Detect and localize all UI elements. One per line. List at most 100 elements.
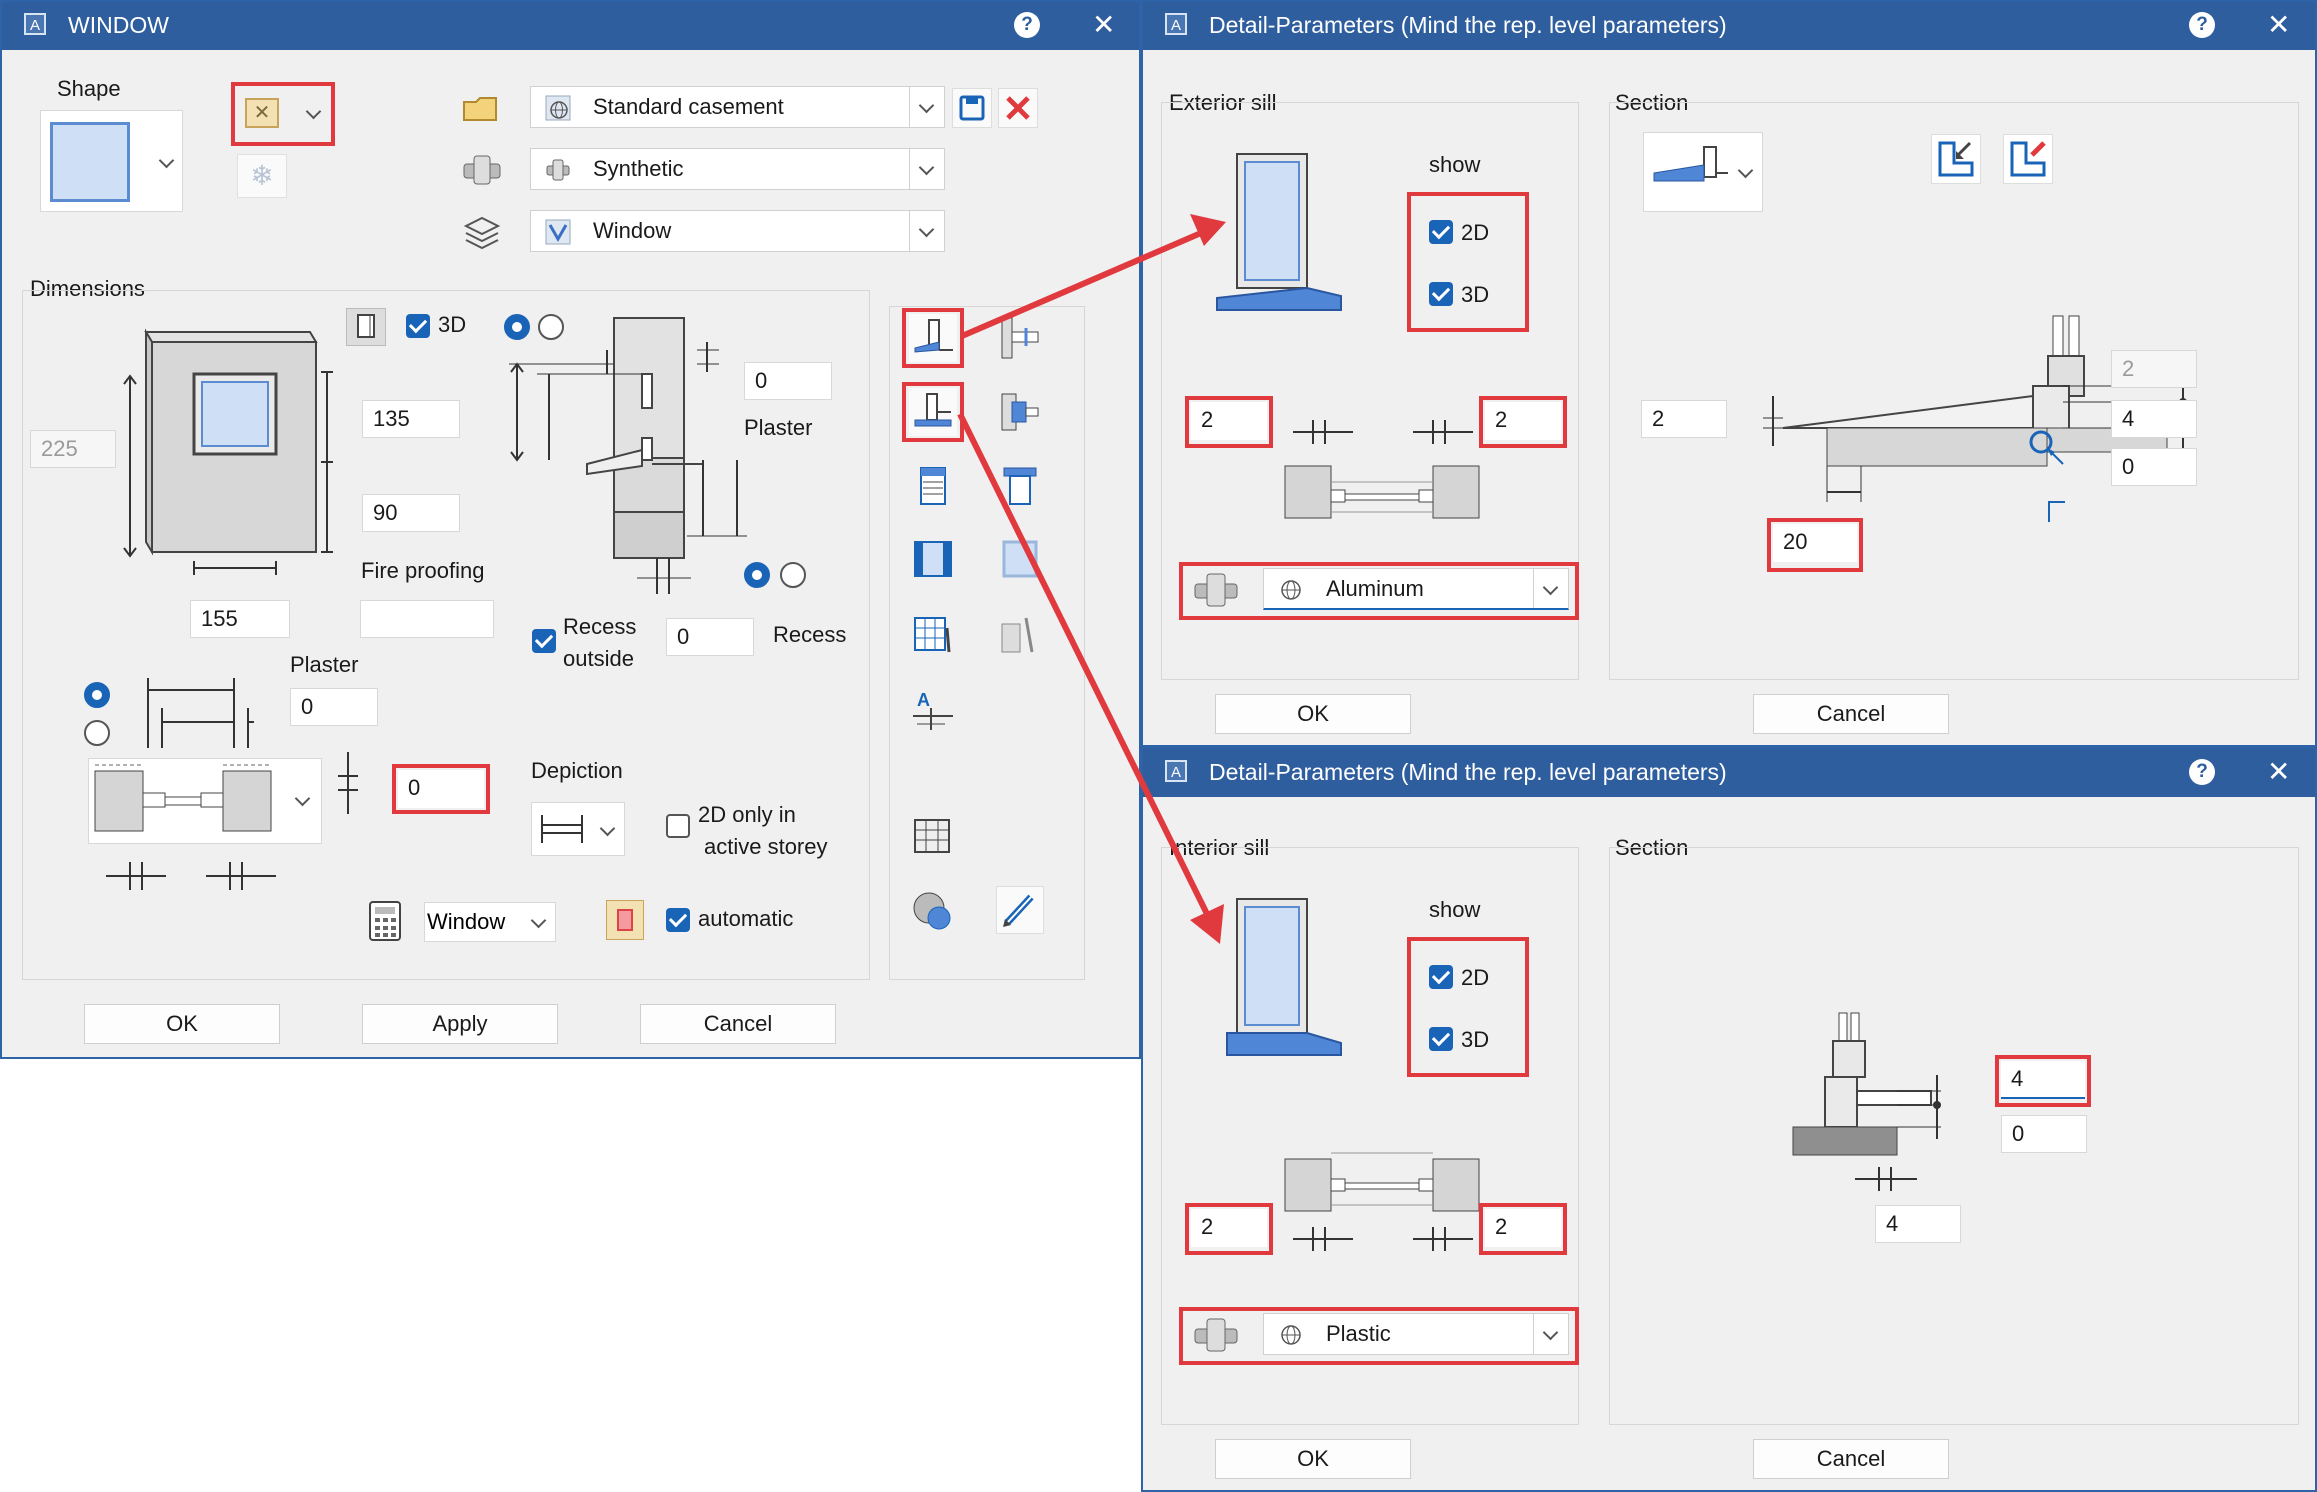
- exterior-check-2d[interactable]: [1429, 220, 1453, 244]
- only-2d-checkbox[interactable]: [666, 814, 690, 838]
- exterior-sec-left-field[interactable]: 2: [1641, 400, 1727, 438]
- check-3d[interactable]: [406, 314, 430, 338]
- exterior-check-3d[interactable]: [1429, 282, 1453, 306]
- pick-from-drawing-icon[interactable]: [1931, 134, 1981, 184]
- exterior-sec-top-field[interactable]: 2: [2111, 350, 2197, 388]
- interior-check-3d-label: 3D: [1461, 1027, 1490, 1052]
- profile-select[interactable]: Standard casement: [530, 86, 945, 128]
- close-icon[interactable]: ✕: [1092, 8, 1115, 41]
- dim-arrow-width: [192, 558, 278, 583]
- snowflake-icon[interactable]: ❄: [237, 154, 287, 198]
- interior-sec-a-field[interactable]: 4: [2001, 1061, 2085, 1099]
- material-select[interactable]: Synthetic: [530, 148, 945, 190]
- exterior-detail-dialog: A Detail-Parameters (Mind the rep. level…: [1141, 0, 2317, 747]
- window-title: WINDOW: [68, 12, 169, 38]
- frame-button[interactable]: [996, 536, 1044, 584]
- close-icon[interactable]: ✕: [2267, 755, 2290, 788]
- height-lower-field[interactable]: 90: [362, 494, 460, 532]
- offset-field[interactable]: 0: [398, 770, 484, 808]
- close-icon[interactable]: ✕: [2267, 8, 2290, 41]
- lintel-detail-button[interactable]: [996, 388, 1044, 436]
- wall-section-illustration: [507, 314, 747, 599]
- pencil-edit-button[interactable]: [996, 886, 1044, 934]
- plaster-top-field[interactable]: 0: [744, 362, 832, 400]
- radio-sill-b[interactable]: [780, 562, 806, 588]
- edit-profile-icon[interactable]: [2003, 134, 2053, 184]
- interior-title-bar: A Detail-Parameters (Mind the rep. level…: [1143, 749, 2315, 797]
- plaster-top-label: Plaster: [744, 415, 813, 440]
- reveal-type-select[interactable]: [88, 758, 322, 844]
- help-icon[interactable]: ?: [2189, 759, 2215, 785]
- cancel-button[interactable]: Cancel: [640, 1004, 836, 1044]
- jamb-detail-button[interactable]: [996, 314, 1044, 362]
- exterior-material-select[interactable]: Aluminum: [1263, 568, 1569, 610]
- help-icon[interactable]: ?: [1014, 12, 1040, 38]
- interior-plan-illustration: [1283, 1149, 1483, 1264]
- color-swatch-icon[interactable]: [606, 900, 644, 940]
- interior-sill-button[interactable]: [909, 388, 957, 436]
- interior-sec-b-field[interactable]: 0: [2001, 1115, 2087, 1153]
- app-icon: A: [24, 13, 46, 35]
- radio-reveal-b[interactable]: [84, 720, 110, 746]
- window-type-select[interactable]: Window: [424, 902, 556, 942]
- exterior-cancel-button[interactable]: Cancel: [1753, 694, 1949, 734]
- exterior-sill-preview-icon: [1213, 150, 1353, 319]
- ok-button[interactable]: OK: [84, 1004, 280, 1044]
- radio-reveal-a[interactable]: [84, 682, 110, 708]
- only-2d-label-1: 2D only in: [698, 802, 796, 827]
- folder-icon[interactable]: [462, 94, 500, 129]
- shutter-button[interactable]: [909, 462, 957, 510]
- apply-button[interactable]: Apply: [362, 1004, 558, 1044]
- exterior-sill-button[interactable]: [909, 314, 957, 362]
- fire-proofing-field[interactable]: [360, 600, 494, 638]
- radio-sill-a[interactable]: [744, 562, 770, 588]
- interior-check-2d[interactable]: [1429, 965, 1453, 989]
- interior-ok-button[interactable]: OK: [1215, 1439, 1411, 1479]
- recess-outside-checkbox[interactable]: [532, 629, 556, 653]
- exterior-left-field[interactable]: 2: [1191, 402, 1267, 440]
- interior-right-field[interactable]: 2: [1485, 1209, 1561, 1247]
- delete-icon[interactable]: [998, 88, 1038, 128]
- depiction-select[interactable]: [531, 802, 625, 856]
- save-icon[interactable]: [952, 88, 992, 128]
- recess-field[interactable]: 0: [666, 618, 754, 656]
- exterior-show-label: show: [1429, 152, 1481, 177]
- automatic-checkbox[interactable]: [666, 908, 690, 932]
- door-toggle-icon[interactable]: [346, 308, 386, 346]
- shape-selector[interactable]: [40, 110, 183, 212]
- height-upper-field[interactable]: 135: [362, 400, 460, 438]
- help-icon[interactable]: ?: [2189, 12, 2215, 38]
- window-3d-illustration: [122, 328, 342, 573]
- offset-dim-icon: [336, 748, 360, 823]
- exterior-sec-bottom-field[interactable]: 0: [2111, 448, 2197, 486]
- interior-show-label: show: [1429, 897, 1481, 922]
- exterior-title: Detail-Parameters (Mind the rep. level p…: [1209, 12, 1727, 38]
- library-button[interactable]: [909, 812, 957, 860]
- symbol-icon[interactable]: ✕: [245, 98, 279, 128]
- exterior-sec-mid-field[interactable]: 4: [2111, 400, 2197, 438]
- surface-button[interactable]: [909, 886, 957, 934]
- width-field[interactable]: 155: [190, 600, 290, 638]
- layer-select[interactable]: Window: [530, 210, 945, 252]
- grid-tool-button[interactable]: [909, 610, 957, 658]
- calculator-icon[interactable]: [368, 900, 402, 947]
- interior-left-field[interactable]: 2: [1191, 1209, 1267, 1247]
- window-title-bar: A WINDOW ? ✕: [2, 2, 1139, 50]
- highlight-interior-show: [1407, 937, 1529, 1077]
- width-total-field[interactable]: 225: [30, 430, 116, 468]
- exterior-right-field[interactable]: 2: [1485, 402, 1561, 440]
- blind-box-button[interactable]: [996, 462, 1044, 510]
- text-label-button[interactable]: A: [909, 686, 957, 734]
- fitting-tool-button[interactable]: [996, 610, 1044, 658]
- reveal-button[interactable]: [909, 536, 957, 584]
- plaster-left-field[interactable]: 0: [290, 688, 378, 726]
- exterior-plan-illustration: [1283, 412, 1483, 527]
- exterior-ok-button[interactable]: OK: [1215, 694, 1411, 734]
- exterior-section-type-select[interactable]: [1643, 132, 1763, 212]
- interior-sec-c-field[interactable]: 4: [1875, 1205, 1961, 1243]
- exterior-depth-field[interactable]: 20: [1773, 524, 1857, 562]
- interior-cancel-button[interactable]: Cancel: [1753, 1439, 1949, 1479]
- interior-material-select[interactable]: Plastic: [1263, 1313, 1569, 1355]
- exterior-check-2d-label: 2D: [1461, 220, 1490, 245]
- interior-check-3d[interactable]: [1429, 1027, 1453, 1051]
